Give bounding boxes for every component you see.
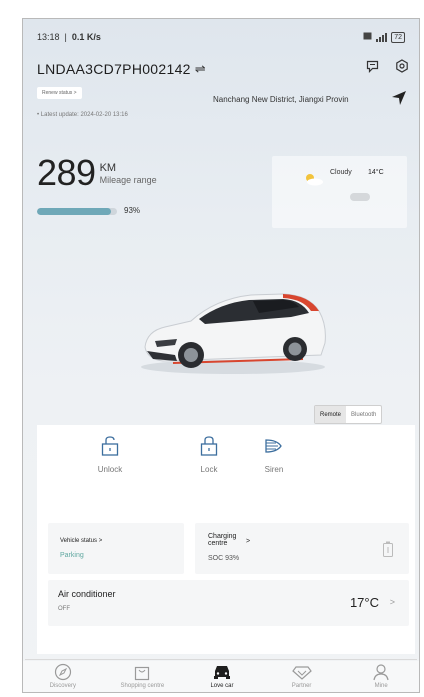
charging-arrow: > <box>246 538 251 545</box>
tab-mine[interactable]: Mine <box>341 661 419 692</box>
soc-progress-bar <box>37 208 117 215</box>
vin-label: LNDAA3CD7PH002142 <box>37 60 191 77</box>
weather-indicator <box>350 193 370 201</box>
status-bar: 13:18 | 0.1 K/s 72 <box>37 30 405 44</box>
weather-temperature: 14°C <box>368 169 384 176</box>
unlock-button[interactable]: Unlock <box>85 435 135 474</box>
status-time: 13:18 <box>37 32 60 42</box>
remote-controls: Unlock Lock Siren <box>37 435 283 490</box>
control-panel: Unlock Lock Siren Vehicle status > Parki… <box>37 425 415 654</box>
siren-label: Siren <box>264 465 284 474</box>
tab-discovery[interactable]: Discovery <box>23 661 103 692</box>
bluetooth-mode-tab[interactable]: Bluetooth <box>346 406 381 423</box>
app-screen: 13:18 | 0.1 K/s 72 LNDAA3CD7PH002142 ⇌ R… <box>22 18 420 693</box>
connection-mode-toggle: Remote Bluetooth <box>314 405 383 424</box>
unlock-icon <box>85 435 135 459</box>
vehicle-header: LNDAA3CD7PH002142 ⇌ <box>37 59 409 78</box>
tab-shopping-centre-label: Shopping centre <box>120 683 165 689</box>
lock-icon <box>184 435 234 459</box>
remote-mode-tab[interactable]: Remote <box>315 406 347 423</box>
charging-title-line1: Charging <box>208 533 237 540</box>
diamond-icon <box>291 662 312 682</box>
mileage-range: 289 KM Mileage range <box>37 155 157 191</box>
sim-icon <box>363 32 372 42</box>
bottom-tab-bar: Discovery Shopping centre Love car Partn… <box>23 661 419 692</box>
range-unit: KM <box>99 162 117 174</box>
tab-partner-label: Partner <box>291 683 312 689</box>
soc-percent: 93% <box>124 206 141 215</box>
air-conditioner-state: OFF <box>58 606 70 612</box>
signal-icon <box>376 32 388 42</box>
air-conditioner-arrow: > <box>389 597 395 607</box>
status-separator: | <box>64 32 67 42</box>
charging-title-line2: centre <box>208 540 228 547</box>
unlock-label: Unlock <box>97 465 123 474</box>
siren-icon <box>249 435 299 459</box>
siren-button[interactable]: Siren <box>249 435 299 474</box>
navigation-arrow-icon[interactable] <box>391 90 407 111</box>
tab-discovery-label: Discovery <box>49 683 76 689</box>
charging-soc-value: SOC 93% <box>208 555 240 562</box>
air-conditioner-title: Air conditioner <box>58 589 116 599</box>
weather-card: Cloudy 14°C <box>272 156 407 228</box>
range-label: Mileage range <box>99 175 157 185</box>
lock-label: Lock <box>200 465 218 474</box>
settings-icon[interactable] <box>395 59 409 78</box>
tab-shopping-centre[interactable]: Shopping centre <box>103 661 183 692</box>
car-icon <box>211 662 233 682</box>
switch-vehicle-icon[interactable]: ⇌ <box>195 61 206 77</box>
tabbar-divider <box>25 659 417 660</box>
tab-love-car[interactable]: Love car <box>182 661 262 692</box>
compass-icon <box>54 662 72 682</box>
location-label: Nanchang New District, Jiangxi Provin <box>213 95 349 104</box>
latest-update-label: • Latest update: 2024-02-20 13:16 <box>37 112 128 118</box>
person-icon <box>372 662 390 682</box>
charging-centre-card[interactable]: Charging centre > SOC 93% <box>195 523 409 574</box>
air-conditioner-temperature: 17°C <box>349 595 379 610</box>
vehicle-status-card[interactable]: Vehicle status > Parking <box>48 523 184 574</box>
status-net-speed: 0.1 K/s <box>71 32 101 42</box>
tab-partner[interactable]: Partner <box>262 661 342 692</box>
battery-outline-icon <box>383 541 393 562</box>
vehicle-status-title: Vehicle status > <box>60 538 103 544</box>
tab-mine-label: Mine <box>374 683 388 689</box>
air-conditioner-card[interactable]: Air conditioner OFF 17°C > <box>48 580 409 626</box>
charging-centre-title: Charging centre > <box>208 533 250 547</box>
message-icon[interactable] <box>366 60 379 78</box>
range-value: 289 <box>37 152 96 193</box>
weather-condition: Cloudy <box>330 169 352 176</box>
renew-status-button[interactable]: Renew status > <box>37 87 82 99</box>
battery-icon: 72 <box>391 31 405 43</box>
vehicle-status-value: Parking <box>60 552 84 559</box>
tab-love-car-label: Love car <box>210 683 234 689</box>
cloudy-sun-icon <box>302 172 324 191</box>
soc-progress-fill <box>37 208 112 215</box>
lock-button[interactable]: Lock <box>184 435 234 474</box>
vehicle-image <box>133 269 333 384</box>
shopping-bag-icon <box>133 662 151 682</box>
